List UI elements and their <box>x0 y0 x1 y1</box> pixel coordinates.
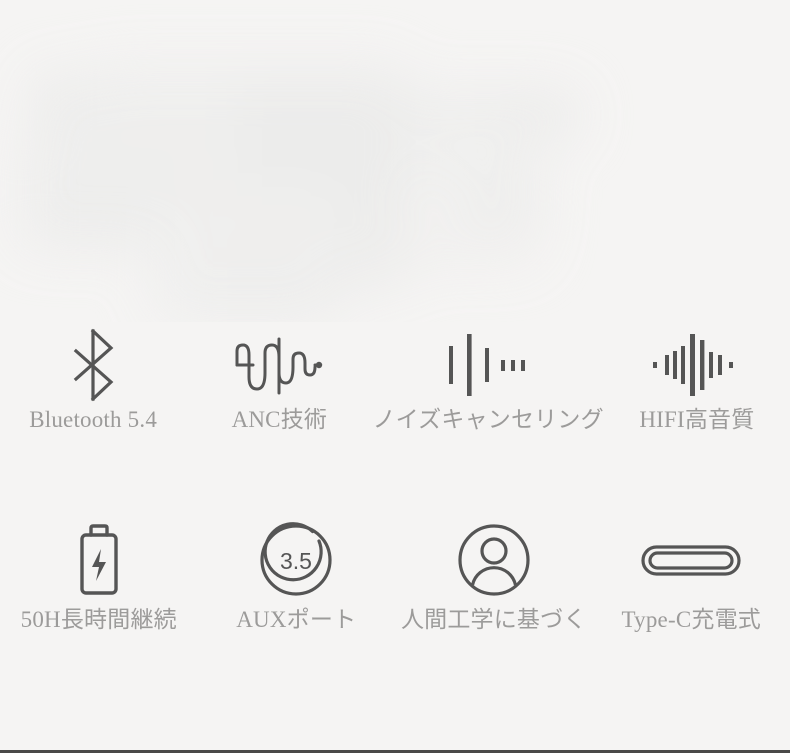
hifi-waveform-icon <box>651 322 743 408</box>
feature-label: Bluetooth 5.4 <box>29 407 158 432</box>
feature-anc: ANC技術 <box>186 322 372 512</box>
feature-label: 人間工学に基づく <box>400 607 587 632</box>
battery-charge-icon <box>70 512 128 608</box>
hero-product-image <box>0 0 790 322</box>
product-feature-page: Bluetooth 5.4 ANC技術 ノイズキャンセリング HIFI高音質 5… <box>0 0 790 753</box>
feature-label: ANC技術 <box>231 407 328 432</box>
aux-size-text: 3.5 <box>280 548 312 574</box>
feature-hifi: HIFI高音質 <box>604 322 790 512</box>
feature-label: HIFI高音質 <box>639 407 755 432</box>
bluetooth-icon <box>70 322 116 408</box>
feature-ergonomic: 人間工学に基づく <box>395 512 593 687</box>
feature-noise-cancel: ノイズキャンセリング <box>372 322 604 512</box>
person-ergonomic-icon <box>455 512 533 608</box>
feature-bluetooth: Bluetooth 5.4 <box>0 322 186 512</box>
feature-battery-life: 50H長時間継続 <box>0 512 198 687</box>
anc-waveform-icon <box>233 322 325 408</box>
hero-blur-layer <box>0 0 790 322</box>
feature-label: 50H長時間継続 <box>20 607 177 632</box>
feature-label: AUXポート <box>236 607 357 632</box>
noise-cancel-bars-icon <box>447 322 529 408</box>
usb-type-c-icon <box>639 512 743 608</box>
feature-grid: Bluetooth 5.4 ANC技術 ノイズキャンセリング HIFI高音質 5… <box>0 322 790 687</box>
feature-label: Type-C充電式 <box>621 607 761 632</box>
feature-aux-port: 3.5 AUXポート <box>198 512 396 687</box>
feature-row-2: 50H長時間継続 3.5 AUXポート 人間工学に基づく Type-C充電式 <box>0 512 790 687</box>
feature-label: ノイズキャンセリング <box>372 407 604 432</box>
feature-type-c: Type-C充電式 <box>593 512 790 687</box>
feature-row-1: Bluetooth 5.4 ANC技術 ノイズキャンセリング HIFI高音質 <box>0 322 790 512</box>
aux-35mm-icon: 3.5 <box>257 512 335 608</box>
